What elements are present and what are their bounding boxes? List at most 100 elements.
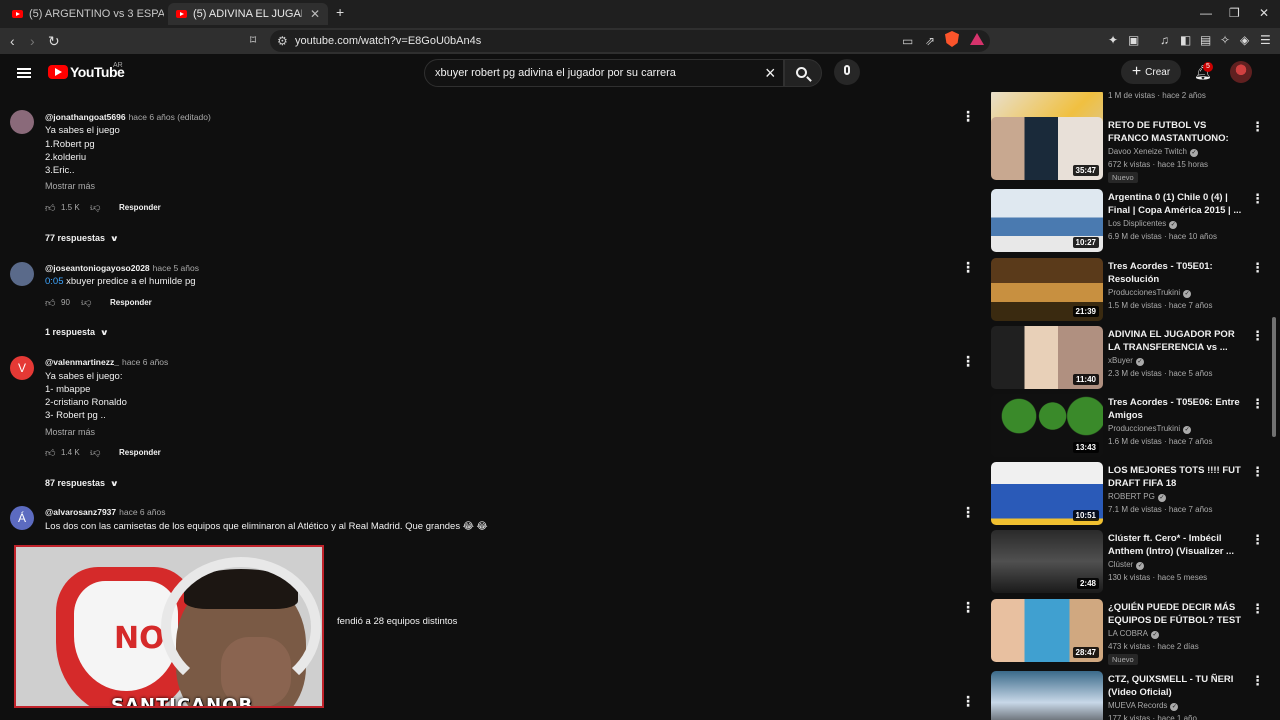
thumbs-up-icon[interactable]: 👍︎ [45,202,55,214]
view-replies-button[interactable]: 77 respuestas ∨ [45,233,119,243]
thumbs-up-icon[interactable]: 👍︎ [45,297,55,309]
forward-icon[interactable]: › [30,33,35,49]
share-icon[interactable]: ⇗ [925,34,935,48]
commenter-avatar[interactable] [10,262,34,286]
video-channel[interactable]: ProduccionesTrukini ✓ [1108,288,1192,298]
voice-search-button[interactable] [834,59,860,85]
close-window-icon[interactable]: ✕ [1259,6,1269,20]
screenshot-icon[interactable]: ▣ [1128,33,1139,47]
related-video-card[interactable]: 35:47 RETO DE FUTBOL VS FRANCO MASTANTUON… [990,117,1265,183]
video-title[interactable]: CTZ, QUIXSMELL - TU ÑERI (Video Oficial) [1108,673,1246,699]
site-info-icon[interactable]: ⚙ [277,34,288,48]
video-title[interactable]: Argentina 0 (1) Chile 0 (4) | Final | Co… [1108,191,1246,217]
reload-icon[interactable]: ↻ [48,33,60,50]
video-title[interactable]: LOS MEJORES TOTS !!!! FUT DRAFT FIFA 18 [1108,464,1246,490]
channel-name[interactable]: Clúster [1108,560,1133,569]
comment-menu-icon[interactable]: ⋮ [961,354,975,368]
video-channel[interactable]: Clúster ✓ [1108,560,1145,570]
browser-tab-active[interactable]: (5) ADIVINA EL JUGADOR POR LA ✕ [168,3,328,25]
hamburger-menu-icon[interactable] [17,68,31,78]
sidebar-icon[interactable]: ◧ [1180,33,1191,47]
video-menu-icon[interactable]: ⋮ [1251,601,1264,617]
video-thumbnail[interactable]: 13:43 [991,394,1103,457]
related-video-card[interactable]: 10:27 Argentina 0 (1) Chile 0 (4) | Final… [990,189,1265,253]
channel-name[interactable]: ROBERT PG [1108,492,1155,501]
vpn-icon[interactable]: ◈ [1240,33,1249,47]
related-video-card[interactable]: 11:40 ADIVINA EL JUGADOR POR LA TRANSFERE… [990,326,1265,390]
address-bar[interactable]: ⚙ youtube.com/watch?v=E8GoU0bAn4s ▭ ⇗ [270,30,990,52]
related-video-card[interactable]: 10:51 LOS MEJORES TOTS !!!! FUT DRAFT FIF… [990,462,1265,526]
view-replies-button[interactable]: 1 respuesta ∨ [45,327,109,337]
bookmark-icon[interactable]: ⌑ [250,33,256,47]
thumbs-down-icon[interactable]: 👍︎ [90,447,100,459]
comment-menu-icon[interactable]: ⋮ [961,109,975,123]
video-title[interactable]: Clúster ft. Cero* - Imbécil Anthem (Intr… [1108,532,1246,558]
media-icon[interactable]: ♫ [1160,33,1169,47]
reply-button[interactable]: Responder [119,448,161,457]
video-channel[interactable]: LA COBRA ✓ [1108,629,1160,639]
clear-search-icon[interactable]: × [765,63,776,84]
video-channel[interactable]: ProduccionesTrukini ✓ [1108,424,1192,434]
close-tab-icon[interactable]: ✕ [310,7,320,21]
channel-name[interactable]: LA COBRA [1108,629,1148,638]
comment-menu-icon[interactable]: ⋮ [961,694,975,708]
browser-tab[interactable]: (5) ARGENTINO vs 3 ESPAÑOLES *¿Qu [4,3,164,25]
comment-menu-icon[interactable]: ⋮ [961,600,975,614]
video-title[interactable]: ¿QUIÉN PUEDE DECIR MÁS EQUIPOS DE FÚTBOL… [1108,601,1246,627]
timestamp-link[interactable]: 0:05 [45,276,64,287]
comment-author[interactable]: @alvarosanz7937 hace 6 años [45,507,165,517]
author-handle[interactable]: @jonathangoat5696 [45,112,126,122]
search-input[interactable]: xbuyer robert pg adivina el jugador por … [424,59,784,87]
comment-time[interactable]: hace 6 años [122,357,168,367]
video-channel[interactable]: xBuyer ✓ [1108,356,1144,366]
reply-button[interactable]: Responder [119,203,161,212]
video-thumbnail[interactable]: 10:27 [991,189,1103,252]
search-button[interactable] [784,59,822,87]
menu-icon[interactable]: ☰ [1260,33,1271,47]
scrollbar-thumb[interactable] [1272,317,1276,437]
view-replies-button[interactable]: 87 respuestas ∨ [45,478,119,488]
video-thumbnail[interactable]: 2:48 [991,530,1103,593]
search-query-text[interactable]: xbuyer robert pg adivina el jugador por … [435,67,676,79]
comment-author[interactable]: @joseantoniogayoso2028 hace 5 años [45,263,199,273]
video-menu-icon[interactable]: ⋮ [1251,119,1264,135]
channel-name[interactable]: ProduccionesTrukini [1108,288,1180,297]
cast-icon[interactable]: ▭ [902,34,913,48]
back-icon[interactable]: ‹ [10,33,15,49]
video-channel[interactable]: MUEVA Records ✓ [1108,701,1179,711]
youtube-logo-icon[interactable] [48,65,68,79]
scrollbar[interactable] [1270,92,1278,720]
video-menu-icon[interactable]: ⋮ [1251,673,1264,689]
video-thumbnail[interactable]: 21:39 [991,258,1103,321]
related-video-card[interactable]: 21:39 Tres Acordes - T05E01: Resolución Pr… [990,258,1265,322]
brave-rewards-icon[interactable] [970,33,984,45]
thumbs-up-icon[interactable]: 👍︎ [45,447,55,459]
minimize-icon[interactable]: — [1200,6,1212,20]
reply-button[interactable]: Responder [110,298,152,307]
show-more-link[interactable]: Mostrar más [45,181,95,191]
create-button[interactable]: + Crear [1121,60,1181,84]
video-thumbnail[interactable]: 28:47 [991,599,1103,662]
related-video-card[interactable]: 28:47 ¿QUIÉN PUEDE DECIR MÁS EQUIPOS DE F… [990,599,1265,665]
comment-time[interactable]: hace 6 años [119,507,165,517]
video-thumbnail[interactable]: 11:40 [991,326,1103,389]
channel-name[interactable]: Los Displicentes [1108,219,1166,228]
video-title[interactable]: RETO DE FUTBOL VS FRANCO MASTANTUONO: UN… [1108,119,1246,145]
thumbs-down-icon[interactable]: 👍︎ [81,297,91,309]
channel-name[interactable]: ProduccionesTrukini [1108,424,1180,433]
video-title[interactable]: Tres Acordes - T05E01: Resolución [1108,260,1246,286]
channel-name[interactable]: Davoo Xeneize Twitch [1108,147,1187,156]
video-menu-icon[interactable]: ⋮ [1251,191,1264,207]
comment-time[interactable]: hace 6 años (editado) [129,112,211,122]
related-video-card[interactable]: 2:48 Clúster ft. Cero* - Imbécil Anthem (… [990,530,1265,594]
author-handle[interactable]: @valenmartinezz_ [45,357,119,367]
restore-icon[interactable]: ❐ [1229,6,1240,20]
video-title[interactable]: ADIVINA EL JUGADOR POR LA TRANSFERENCIA … [1108,328,1246,354]
comment-author[interactable]: @valenmartinezz_ hace 6 años [45,357,168,367]
comment-time[interactable]: hace 5 años [153,263,199,273]
author-handle[interactable]: @joseantoniogayoso2028 [45,263,150,273]
author-handle[interactable]: @alvarosanz7937 [45,507,116,517]
video-thumbnail[interactable] [991,671,1103,720]
commenter-avatar[interactable]: Á [10,506,34,530]
video-channel[interactable]: Davoo Xeneize Twitch ✓ [1108,147,1199,157]
